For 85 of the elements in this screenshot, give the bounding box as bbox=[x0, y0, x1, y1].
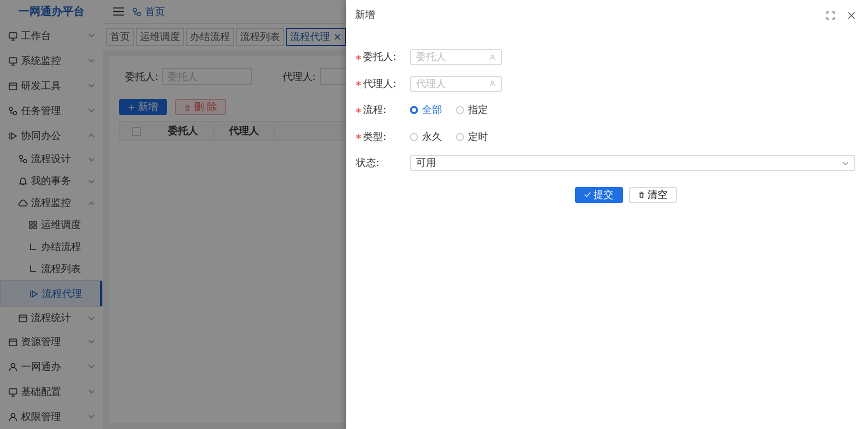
required-icon bbox=[356, 81, 361, 86]
monitor-icon bbox=[8, 56, 18, 66]
chevron-icon bbox=[842, 160, 849, 167]
corner-icon bbox=[28, 242, 38, 252]
bell-icon bbox=[18, 176, 28, 186]
sidebar-item[interactable]: 流程监控 bbox=[0, 192, 103, 214]
user-icon bbox=[8, 362, 18, 372]
tab[interactable]: 流程代理 × bbox=[286, 28, 346, 46]
chevron-icon bbox=[88, 363, 95, 370]
chevron-icon bbox=[88, 32, 95, 39]
flow-icon bbox=[8, 106, 18, 116]
calendar-icon bbox=[8, 336, 18, 346]
grid-icon bbox=[28, 220, 38, 230]
required-icon bbox=[356, 108, 361, 113]
required-icon bbox=[356, 54, 361, 60]
chevron-icon bbox=[88, 178, 95, 184]
chevron-icon bbox=[88, 200, 95, 206]
sidebar-item[interactable]: 任务管理 bbox=[0, 98, 103, 123]
calendar-icon bbox=[8, 80, 18, 90]
sidebar-item[interactable]: 运维调度 bbox=[0, 214, 103, 236]
flow-icon bbox=[132, 6, 142, 16]
sidebar-item[interactable]: 工作台 bbox=[0, 23, 103, 48]
radio-option[interactable]: 定时 bbox=[456, 130, 488, 144]
sidebar-item[interactable]: 流程设计 bbox=[0, 148, 103, 170]
chevron-icon bbox=[88, 314, 95, 322]
sidebar-item[interactable]: 基础配置 bbox=[0, 379, 103, 404]
chevron-icon bbox=[88, 156, 95, 162]
status-select[interactable]: 可用 bbox=[410, 155, 855, 172]
required-icon bbox=[356, 134, 361, 140]
chevron-icon bbox=[88, 132, 95, 139]
field-label: 代理人: bbox=[363, 78, 398, 91]
chevron-icon bbox=[88, 338, 95, 345]
field-label: 类型: bbox=[363, 130, 388, 144]
chevron-icon bbox=[88, 413, 95, 420]
calendar-icon bbox=[18, 313, 28, 323]
user-icon bbox=[489, 80, 496, 88]
fullscreen-icon[interactable] bbox=[826, 10, 835, 20]
tab[interactable]: 流程列表 bbox=[236, 28, 284, 46]
sidebar-item[interactable]: 研发工具 bbox=[0, 73, 103, 98]
sidebar-item[interactable]: 系统监控 bbox=[0, 48, 103, 73]
trash-icon bbox=[184, 104, 191, 110]
sidebar-item[interactable]: 流程统计 bbox=[0, 307, 103, 329]
monitor-icon bbox=[8, 386, 18, 396]
play-icon bbox=[8, 130, 18, 140]
cloud-icon bbox=[18, 198, 28, 208]
radio-option[interactable]: 全部 bbox=[410, 103, 442, 118]
app-logo: 一网通办平台 bbox=[18, 4, 86, 20]
play-icon bbox=[29, 288, 39, 298]
add-button[interactable]: 新增 bbox=[119, 99, 167, 115]
field-label: 委托人: bbox=[363, 50, 398, 64]
plus-icon bbox=[128, 104, 135, 110]
user-icon bbox=[8, 412, 18, 422]
chevron-icon bbox=[88, 388, 95, 395]
menu-icon[interactable] bbox=[113, 7, 124, 16]
field-label: 委托人: bbox=[125, 70, 158, 84]
tab[interactable]: 运维调度 bbox=[136, 28, 184, 46]
sidebar-item[interactable]: 我的事务 bbox=[0, 170, 103, 192]
tab[interactable]: 首页 bbox=[106, 28, 134, 46]
field-label: 代理人: bbox=[282, 70, 316, 84]
chevron-icon bbox=[88, 107, 95, 114]
corner-icon bbox=[28, 264, 38, 274]
submit-button[interactable]: 提交 bbox=[574, 186, 622, 202]
sidebar-item[interactable]: 流程列表 bbox=[0, 258, 103, 280]
sidebar-item[interactable]: 资源管理 bbox=[0, 329, 103, 354]
sidebar-item[interactable]: 办结流程 bbox=[0, 236, 103, 258]
tab[interactable]: 办结流程 bbox=[186, 28, 234, 46]
check-icon bbox=[584, 191, 590, 198]
sidebar-item[interactable]: 一网通办 bbox=[0, 354, 103, 379]
radio-option[interactable]: 指定 bbox=[456, 103, 488, 118]
clear-button[interactable]: 清空 bbox=[628, 186, 676, 202]
breadcrumb-link[interactable]: 首页 bbox=[132, 4, 165, 18]
close-icon[interactable] bbox=[847, 10, 856, 20]
trash-icon bbox=[638, 191, 644, 198]
chevron-icon bbox=[88, 57, 95, 64]
drawer-title: 新增 bbox=[355, 8, 376, 22]
sidebar-item[interactable]: 流程代理 bbox=[0, 280, 103, 307]
field-label: 状态: bbox=[356, 156, 380, 170]
chevron-icon bbox=[88, 82, 95, 89]
flow-icon bbox=[18, 154, 28, 164]
sidebar-item[interactable]: 权限管理 bbox=[0, 404, 103, 429]
sidebar-item[interactable]: 协同办公 bbox=[0, 123, 103, 148]
field-label: 流程: bbox=[363, 104, 388, 118]
user-icon bbox=[489, 54, 496, 61]
radio-option[interactable]: 永久 bbox=[410, 130, 442, 144]
monitor-icon bbox=[8, 30, 18, 40]
